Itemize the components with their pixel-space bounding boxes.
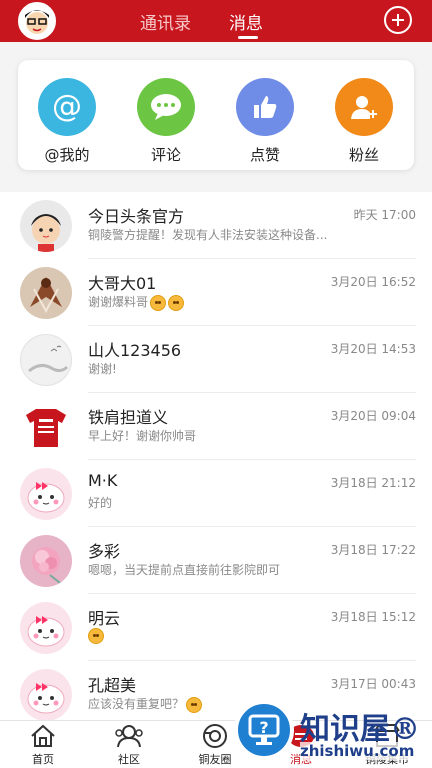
message-list: 今日头条官方 铜陵警方提醒！发现有人非法安装这种设备... 昨天 17:00 大… xyxy=(0,192,432,720)
list-item[interactable]: M·K 好的 3月18日 21:12 xyxy=(0,460,432,527)
list-item[interactable]: 大哥大01 谢谢爆料哥 3月20日 16:52 xyxy=(0,259,432,326)
action-label: 点赞 xyxy=(249,146,280,164)
message-time: 3月18日 17:22 xyxy=(330,543,416,557)
message-preview: 好的 xyxy=(88,496,113,510)
action-likes[interactable]: 点赞 xyxy=(225,78,305,165)
action-label: 评论 xyxy=(150,146,181,164)
message-preview: 铜陵警方提醒！发现有人非法安装这种设备... xyxy=(88,228,328,242)
avatar xyxy=(20,468,72,520)
nav-label: 社区 xyxy=(118,753,140,766)
message-time: 3月20日 14:53 xyxy=(330,342,416,356)
action-label: @我的 xyxy=(44,146,90,164)
avatar xyxy=(20,401,72,453)
action-comments[interactable]: 评论 xyxy=(126,78,206,165)
action-fans[interactable]: 粉丝 xyxy=(324,78,404,165)
list-item[interactable]: 明云 3月18日 15:12 xyxy=(0,594,432,661)
message-preview: 谢谢爆料哥 xyxy=(88,293,185,311)
plus-circle-icon[interactable] xyxy=(384,6,412,34)
watermark-logo-icon: ? xyxy=(234,700,294,760)
contact-name: 多彩 xyxy=(88,542,121,561)
message-time: 3月18日 21:12 xyxy=(330,476,416,490)
avatar xyxy=(20,200,72,252)
avatar xyxy=(20,334,72,386)
list-item[interactable]: 多彩 嗯嗯，当天提前点直接前往影院即可 3月18日 17:22 xyxy=(0,527,432,594)
message-preview: 嗯嗯，当天提前点直接前往影院即可 xyxy=(88,563,281,577)
list-item[interactable]: 今日头条官方 铜陵警方提醒！发现有人非法安装这种设备... 昨天 17:00 xyxy=(0,192,432,259)
quick-actions-card: @ @我的 评论 点赞 粉丝 xyxy=(18,60,414,170)
message-preview: 早上好！谢谢你帅哥 xyxy=(88,429,197,443)
nav-home[interactable]: 首页 xyxy=(0,723,86,768)
home-icon xyxy=(0,723,86,751)
chat-bubble-icon xyxy=(137,78,195,136)
community-icon xyxy=(86,723,172,751)
message-preview: 谢谢! xyxy=(88,362,117,376)
avatar xyxy=(20,267,72,319)
action-at-me[interactable]: @ @我的 xyxy=(27,78,107,165)
at-sign-icon: @ xyxy=(38,78,96,136)
contact-name: 明云 xyxy=(88,609,121,628)
emoji-icon xyxy=(150,294,167,311)
message-time: 3月18日 15:12 xyxy=(330,610,416,624)
list-item[interactable]: 山人123456 谢谢! 3月20日 14:53 xyxy=(0,326,432,393)
svg-text:?: ? xyxy=(259,718,268,737)
message-preview: 应该没有重复吧？ xyxy=(88,695,203,713)
top-bar: 通讯录 消息 xyxy=(0,0,432,42)
my-avatar[interactable] xyxy=(18,2,56,40)
contact-name: 大哥大01 xyxy=(88,274,157,293)
tab-contacts[interactable]: 通讯录 xyxy=(140,9,191,34)
emoji-icon xyxy=(186,696,203,713)
nav-community[interactable]: 社区 xyxy=(86,723,172,768)
contact-name: M·K xyxy=(88,471,118,490)
tab-messages[interactable]: 消息 xyxy=(229,9,263,34)
preview-text: 谢谢爆料哥 xyxy=(88,295,149,309)
contact-name: 铁肩担道义 xyxy=(88,408,169,427)
preview-text: 应该没有重复吧？ xyxy=(88,697,185,711)
avatar xyxy=(20,535,72,587)
thumbs-up-icon xyxy=(236,78,294,136)
emoji-icon xyxy=(88,628,104,644)
message-time: 3月17日 00:43 xyxy=(330,677,416,691)
message-time: 昨天 17:00 xyxy=(353,208,416,222)
add-person-icon xyxy=(335,78,393,136)
avatar xyxy=(20,669,72,720)
contact-name: 山人123456 xyxy=(88,341,182,360)
action-label: 粉丝 xyxy=(348,146,379,164)
contact-name: 今日头条官方 xyxy=(88,207,185,226)
nav-label: 首页 xyxy=(32,753,54,766)
active-tab-indicator xyxy=(238,36,258,39)
avatar xyxy=(20,602,72,654)
message-time: 3月20日 09:04 xyxy=(330,409,416,423)
emoji-icon xyxy=(168,294,185,311)
list-item[interactable]: 铁肩担道义 早上好！谢谢你帅哥 3月20日 09:04 xyxy=(0,393,432,460)
message-time: 3月20日 16:52 xyxy=(330,275,416,289)
message-preview xyxy=(88,628,104,644)
watermark-url: zhishiwu.com xyxy=(300,742,415,760)
contact-name: 孔超美 xyxy=(88,676,137,695)
